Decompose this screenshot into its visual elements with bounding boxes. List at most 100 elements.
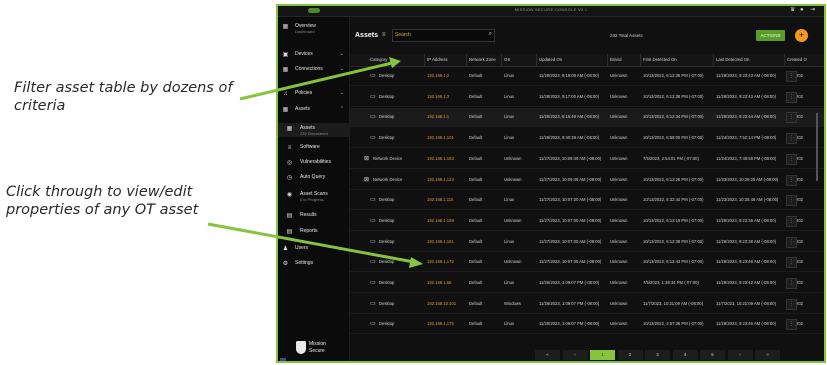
row-menu-button[interactable]: ⋮ bbox=[786, 298, 797, 310]
top-bar: MISSION SECURE CONSOLE V3.1 ♛ ● ⇥ bbox=[278, 6, 824, 17]
sidebar-item-auto-query[interactable]: ◷ Auto Query bbox=[278, 172, 349, 186]
column-divider bbox=[536, 54, 537, 66]
table-row[interactable]: ▭ Desktop 192.168.1.58 Default Linux 11/26/20… bbox=[350, 274, 824, 293]
page-button[interactable]: 2 bbox=[617, 350, 643, 360]
prev-page-button[interactable]: ‹ bbox=[562, 350, 588, 360]
row-menu-button[interactable]: ⋮ bbox=[786, 278, 797, 289]
column-header[interactable]: Network Zone bbox=[469, 57, 496, 62]
chevron-down-icon[interactable]: ⌄ bbox=[340, 90, 344, 96]
sidebar-item-connections[interactable]: ▦ Connections ⌄ bbox=[278, 64, 349, 78]
page-button[interactable]: 5 bbox=[700, 350, 725, 360]
column-header[interactable]: Category bbox=[370, 57, 387, 62]
sidebar-item-label: Results bbox=[300, 212, 317, 218]
network-zone-cell: Default bbox=[469, 321, 483, 327]
row-menu-button[interactable]: ⋮ bbox=[786, 195, 797, 207]
first-page-button[interactable]: « bbox=[535, 350, 560, 360]
column-divider bbox=[640, 54, 641, 66]
sidebar-item-assets-list[interactable]: ▦ Assets 232 Discovered bbox=[278, 123, 349, 137]
table-row[interactable]: ⊠ Network Device 192.168.1.163 Default Unkno… bbox=[350, 150, 824, 169]
chevron-down-icon[interactable]: ⌄ bbox=[340, 245, 344, 251]
updated-on-cell: 11/27/2023, 10:09:49 AM (-08:00) bbox=[539, 176, 602, 182]
first-detected-cell: 10/13/2022, 6:12:34 PM (-07:00) bbox=[643, 114, 704, 120]
assets-grid-icon: ▦ bbox=[286, 126, 293, 132]
row-menu-button[interactable]: ⋮ bbox=[786, 71, 797, 82]
sidebar-item-assets[interactable]: ▦ Assets ⌃ bbox=[278, 104, 349, 118]
table-row[interactable]: ▭ Desktop 192.168.1.101 Default Linux 11/28/2… bbox=[350, 129, 824, 149]
table-row[interactable]: ⊠ Network Device 192.168.1.123 Default Unkno… bbox=[350, 171, 824, 190]
column-header[interactable]: Last Detected On bbox=[716, 57, 749, 62]
callout-click-through: Click through to view/edit properties of… bbox=[6, 184, 199, 218]
row-menu-button[interactable]: ⋮ bbox=[786, 174, 797, 186]
table-row[interactable]: ▭ Desktop 192.168.1.175 Default Linux 11/26/2… bbox=[350, 315, 824, 335]
column-header[interactable]: First Detected On bbox=[643, 57, 677, 62]
os-cell: Unknown bbox=[504, 259, 522, 265]
sidebar-item-vulnerabilities[interactable]: ◎ Vulnerabilities bbox=[278, 157, 349, 171]
column-header[interactable]: IP Address bbox=[427, 57, 448, 62]
sidebar-item-reports[interactable]: ▤ Reports bbox=[278, 226, 349, 240]
collapse-sidebar-button[interactable] bbox=[280, 358, 286, 361]
chevron-down-icon[interactable]: ⌄ bbox=[340, 66, 344, 72]
desktop-icon: ▭ bbox=[370, 217, 376, 224]
actions-button[interactable]: ACTIONS bbox=[756, 30, 785, 41]
row-menu-button[interactable]: ⋮ bbox=[786, 133, 797, 145]
sidebar-item-results[interactable]: ▤ Results bbox=[278, 210, 349, 224]
sidebar-item-software[interactable]: ≡ Software bbox=[278, 142, 349, 156]
last-page-button[interactable]: » bbox=[755, 350, 780, 360]
table-row[interactable]: ▭ Desktop 192.168.1.3 Default Linux 11/28/202… bbox=[350, 88, 824, 107]
sidebar-item-users[interactable]: ♟ Users ⌄ bbox=[278, 243, 349, 257]
sidebar-item-devices[interactable]: ▣ Devices ⌄ bbox=[278, 49, 349, 63]
updated-on-cell: 11/27/2023, 10:09:49 AM (-08:00) bbox=[539, 155, 602, 161]
column-header[interactable]: OS bbox=[504, 57, 510, 62]
row-menu-button[interactable]: ⋮ bbox=[786, 91, 797, 103]
page-button[interactable]: 3 bbox=[645, 350, 670, 360]
brand-cell: Unknown bbox=[610, 135, 628, 141]
row-menu-button[interactable]: ⋮ bbox=[786, 319, 797, 331]
row-menu-button[interactable]: ⋮ bbox=[786, 215, 797, 227]
column-header[interactable]: Brand bbox=[610, 57, 621, 62]
table-row[interactable]: ▭ Desktop 192.168.1.2 Default Linux 11/28/202… bbox=[350, 67, 824, 86]
search-icon[interactable]: ⌕ bbox=[489, 31, 492, 38]
column-divider bbox=[424, 54, 425, 66]
app-window: MISSION SECURE CONSOLE V3.1 ♛ ● ⇥ Missio… bbox=[276, 4, 826, 363]
chevron-down-icon[interactable]: ⌄ bbox=[340, 51, 344, 57]
table-row[interactable]: ▭ Desktop 192.168.10.101 Default Windows 11/2… bbox=[350, 295, 824, 314]
desktop-icon: ▭ bbox=[370, 73, 376, 79]
filter-icon[interactable]: ≡ bbox=[382, 32, 386, 38]
app-title: MISSION SECURE CONSOLE V3.1 bbox=[514, 7, 588, 12]
row-menu-button[interactable]: ⋮ bbox=[786, 112, 797, 124]
table-row[interactable]: ▭ Desktop 192.168.1.115 Default Linux 11/27/2… bbox=[350, 191, 824, 211]
page-button[interactable]: 1 bbox=[590, 350, 615, 360]
page-button[interactable]: 4 bbox=[672, 350, 698, 360]
table-row[interactable]: ▭ Desktop 192.168.1.1 Default Linux 11/28/202… bbox=[350, 108, 824, 128]
column-header[interactable]: Updated On bbox=[539, 57, 562, 62]
brand-cell: Unknown bbox=[610, 197, 628, 203]
row-menu-button[interactable]: ⋮ bbox=[786, 153, 797, 165]
category-text: Desktop bbox=[379, 300, 395, 306]
sidebar-item-settings[interactable]: ⚙ Settings bbox=[278, 258, 349, 272]
os-cell: Linux bbox=[504, 238, 515, 244]
dashboard-icon: ▦ bbox=[282, 24, 289, 30]
first-detected-cell: 10/13/2022, 6:12:38 PM (-07:00) bbox=[643, 93, 704, 99]
logout-icon[interactable]: ⇥ bbox=[810, 7, 815, 14]
table-row[interactable]: ▭ Desktop 192.168.1.159 Default Unknown 11/27… bbox=[350, 212, 824, 231]
add-asset-button[interactable]: + bbox=[795, 29, 808, 42]
row-menu-button[interactable]: ⋮ bbox=[786, 236, 797, 248]
os-cell: Linux bbox=[504, 114, 515, 120]
sidebar-item-overview[interactable]: ▦ Overview Dashboard bbox=[278, 21, 349, 35]
desktop-icon: ▭ bbox=[370, 259, 376, 266]
search-input[interactable]: Search ⌕ bbox=[392, 29, 495, 42]
table-scrollbar[interactable] bbox=[816, 113, 818, 181]
table-row[interactable]: ▭ Desktop 192.168.1.172 Default Unknown 11/27… bbox=[350, 253, 824, 273]
user-icon[interactable]: ● bbox=[800, 7, 804, 14]
sidebar-item-asset-scans[interactable]: ◉ Asset Scans 0 in Progress bbox=[278, 189, 349, 203]
sidebar-item-policies[interactable]: ♫ Policies ⌄ bbox=[278, 88, 349, 102]
notifications-icon[interactable]: ♛ bbox=[790, 7, 795, 14]
chevron-up-icon[interactable]: ⌃ bbox=[340, 106, 344, 112]
network-zone-cell: Default bbox=[469, 114, 483, 120]
column-header[interactable]: Created O bbox=[787, 57, 807, 62]
table-row[interactable]: ▭ Desktop 192.168.1.161 Default Linux 11/27/2… bbox=[350, 233, 824, 252]
vulnerabilities-icon: ◎ bbox=[286, 160, 293, 166]
row-menu-button[interactable]: ⋮ bbox=[786, 257, 797, 269]
updated-on-cell: 11/28/2023, 9:17:00 AM (-08:00) bbox=[539, 93, 599, 99]
next-page-button[interactable]: › bbox=[727, 350, 753, 360]
